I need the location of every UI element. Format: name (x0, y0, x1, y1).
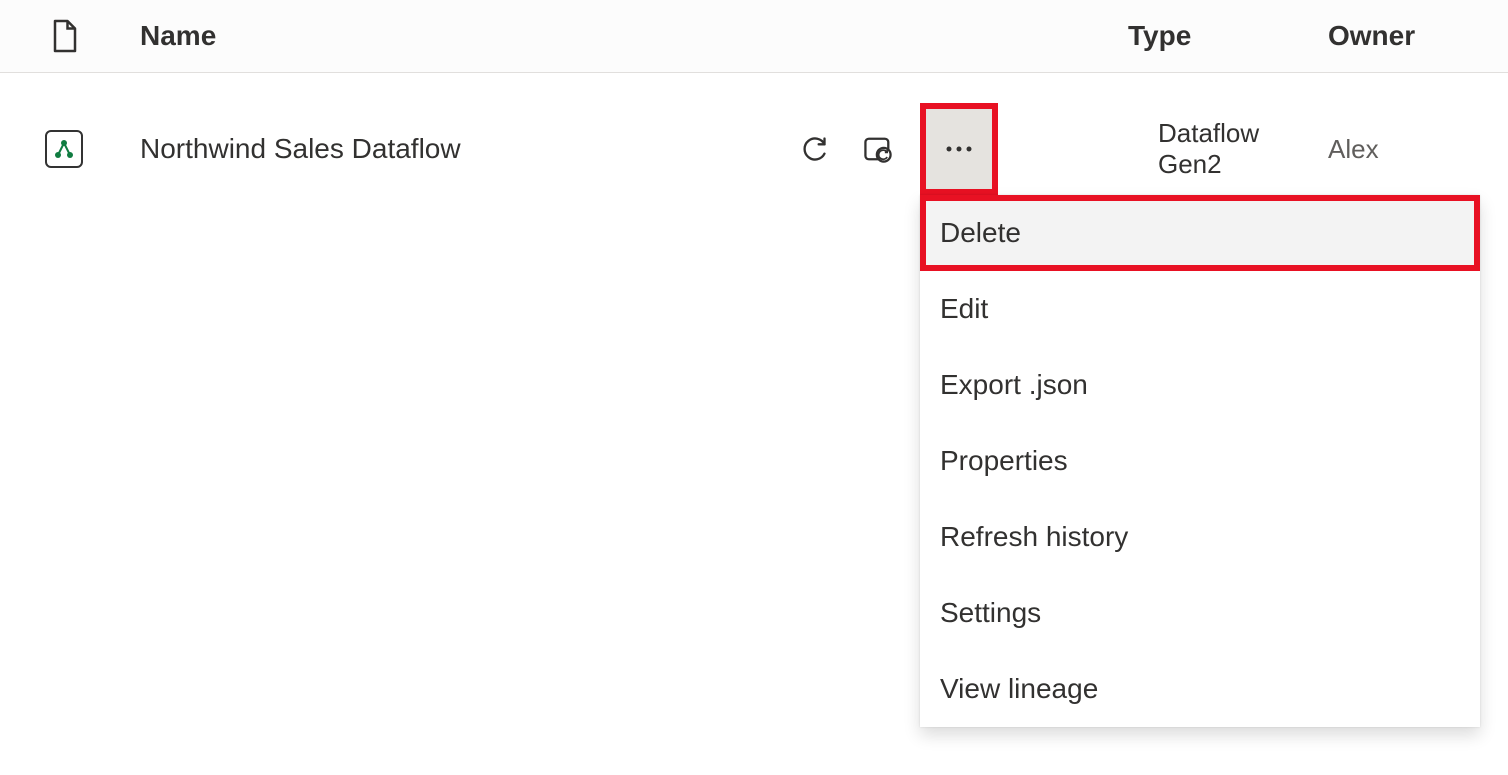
menu-item-settings[interactable]: Settings (920, 575, 1480, 651)
ellipsis-icon (945, 145, 973, 153)
header-owner[interactable]: Owner (1328, 20, 1508, 52)
header-type[interactable]: Type (1128, 20, 1328, 52)
row-name[interactable]: Northwind Sales Dataflow (140, 133, 768, 165)
row-actions: Delete Edit Export .json Properties Refr… (792, 103, 1008, 195)
refresh-icon (800, 135, 828, 163)
header-name[interactable]: Name (140, 20, 1008, 52)
menu-item-edit[interactable]: Edit (920, 271, 1480, 347)
table-row[interactable]: Northwind Sales Dataflow (0, 73, 1508, 225)
file-icon (50, 18, 80, 54)
header-icon-cell (0, 18, 140, 54)
menu-item-refresh-history[interactable]: Refresh history (920, 499, 1480, 575)
schedule-refresh-icon (862, 133, 894, 165)
menu-item-view-lineage[interactable]: View lineage (920, 651, 1480, 727)
row-type: Dataflow Gen2 (1128, 118, 1328, 180)
menu-item-export-json[interactable]: Export .json (920, 347, 1480, 423)
refresh-button[interactable] (792, 127, 836, 171)
row-icon-cell (0, 130, 140, 168)
menu-item-delete[interactable]: Delete (920, 195, 1480, 271)
menu-item-properties[interactable]: Properties (920, 423, 1480, 499)
schedule-refresh-button[interactable] (856, 127, 900, 171)
dataflow-icon (45, 130, 83, 168)
context-menu: Delete Edit Export .json Properties Refr… (920, 195, 1480, 727)
table-header: Name Type Owner (0, 0, 1508, 73)
row-owner: Alex (1328, 134, 1508, 165)
more-options-button[interactable] (920, 103, 998, 195)
